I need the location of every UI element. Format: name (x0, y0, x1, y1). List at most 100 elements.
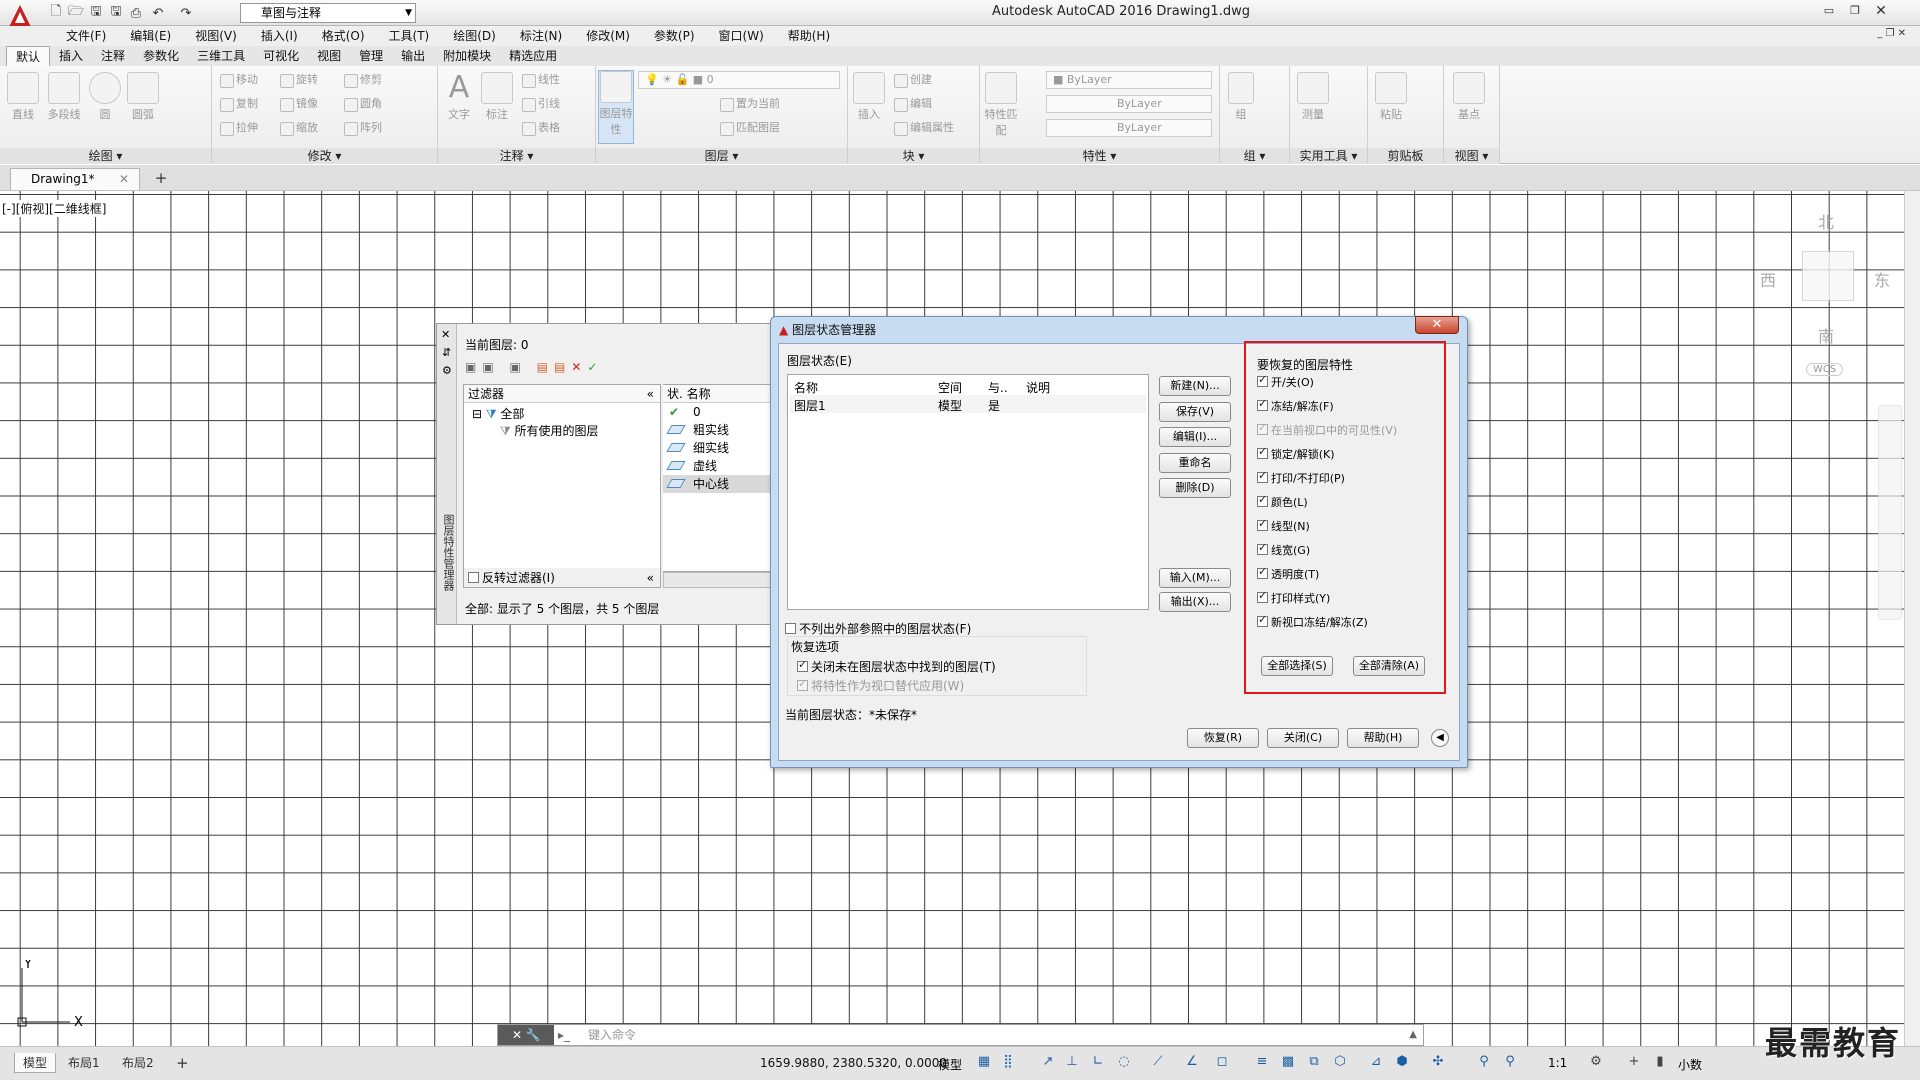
menu-parametric[interactable]: 参数(P) (642, 26, 707, 46)
panel-layers-title[interactable]: 图层 ▾ (596, 148, 847, 164)
new-tab-button[interactable]: + (150, 170, 172, 188)
new-button[interactable]: 新建(N)... (1159, 376, 1231, 396)
menu-insert[interactable]: 插入(I) (249, 26, 310, 46)
isodraft-icon[interactable]: ⟋ (1150, 1054, 1166, 1070)
move-tool[interactable]: 移动 (218, 70, 258, 90)
rename-button[interactable]: 重命名 (1159, 453, 1231, 473)
layer-row[interactable]: 虚线 (663, 457, 774, 475)
match-properties-tool[interactable]: 特性匹配 (984, 72, 1018, 138)
selection-cycling-icon[interactable]: ⧉ (1306, 1054, 1322, 1070)
infer-constraints-icon[interactable]: ↗ (1040, 1054, 1056, 1070)
tab-visualize[interactable]: 可视化 (254, 46, 308, 66)
menu-draw[interactable]: 绘图(D) (441, 26, 508, 46)
leader-tool[interactable]: 引线 (520, 94, 560, 114)
stretch-tool[interactable]: 拉伸 (218, 118, 258, 138)
export-button[interactable]: 输出(X)... (1159, 592, 1231, 612)
dynamic-ucs-icon[interactable]: ⊿ (1368, 1054, 1384, 1070)
minimize-icon[interactable]: ▭ (1816, 2, 1842, 20)
document-tab[interactable]: Drawing1* ✕ (10, 168, 140, 190)
close-missing-checkbox[interactable]: 关闭未在图层状态中找到的图层(T) (797, 658, 996, 675)
open-file-icon[interactable]: 🗁 (66, 3, 86, 23)
array-tool[interactable]: 阵列 (342, 118, 382, 138)
col-name[interactable]: 名称 (794, 379, 818, 396)
add-layout-button[interactable]: + (168, 1053, 197, 1073)
tab-annotate[interactable]: 注释 (92, 46, 134, 66)
tab-insert[interactable]: 插入 (50, 46, 92, 66)
rotate-tool[interactable]: 旋转 (278, 70, 318, 90)
menu-file[interactable]: 文件(F) (54, 26, 118, 46)
lineweight-icon[interactable]: ≡ (1254, 1054, 1270, 1070)
create-block-tool[interactable]: 创建 (892, 70, 932, 90)
paste-tool[interactable]: 粘贴 (1374, 72, 1408, 122)
palette-settings-icon[interactable]: ⚙ (442, 364, 452, 377)
viewport-controls[interactable]: [-][俯视][二维线框] (2, 200, 107, 217)
menu-window[interactable]: 窗口(W) (707, 26, 776, 46)
filter-all[interactable]: ⊟ ⧩ 全部 (464, 403, 660, 422)
polyline-tool[interactable]: 多段线 (44, 72, 84, 122)
horizontal-scrollbar[interactable] (663, 572, 773, 588)
menu-edit[interactable]: 编辑(E) (118, 26, 183, 46)
viewcube-south[interactable]: 南 (1818, 323, 1834, 347)
delete-button[interactable]: 删除(D) (1159, 478, 1231, 498)
coordinate-readout[interactable]: 1659.9880, 2380.5320, 0.0000 (760, 1056, 947, 1070)
trim-tool[interactable]: 修剪 (342, 70, 382, 90)
tab-addins[interactable]: 附加模块 (434, 46, 500, 66)
layer-combo[interactable]: 💡 ☀ 🔓 ■ 0 (638, 71, 840, 89)
viewcube[interactable]: 北 西 东 南 WCS (1750, 205, 1890, 385)
command-input[interactable]: 键入命令 (588, 1025, 636, 1045)
restore-button[interactable]: 恢复(R) (1187, 728, 1259, 748)
print-icon[interactable]: ⎙ (126, 3, 146, 23)
vertical-scrollbar[interactable] (1904, 191, 1920, 1046)
tab-default[interactable]: 默认 (6, 46, 51, 66)
object-snap-tracking-icon[interactable]: ∠ (1184, 1054, 1200, 1070)
navigation-bar[interactable] (1878, 405, 1902, 620)
close-button[interactable]: 关闭(C) (1267, 728, 1339, 748)
palette-side-bar[interactable]: ✕ ⇵ ⚙ 图层特性管理器 (437, 324, 457, 624)
copy-tool[interactable]: 复制 (218, 94, 258, 114)
checkbox[interactable] (797, 658, 808, 672)
help-button[interactable]: 帮助(H) (1347, 728, 1419, 748)
grid-icon[interactable]: ▦ (976, 1054, 992, 1070)
wrench-icon[interactable]: 🔧 (526, 1028, 541, 1042)
palette-toolbar[interactable]: ▣▣ ▣ ▤▤✕✓ (465, 360, 603, 374)
tab-output[interactable]: 输出 (392, 46, 434, 66)
scale-tool[interactable]: 缩放 (278, 118, 318, 138)
fillet-tool[interactable]: 圆角 (342, 94, 382, 114)
annotation-visibility-icon[interactable]: ⚲ (1476, 1054, 1492, 1070)
save-as-icon[interactable]: 🖫 (106, 3, 126, 23)
filter-tree[interactable]: 过滤器 « ⊟ ⧩ 全部 ⧩ 所有使用的图层 (463, 384, 661, 572)
object-snap-icon[interactable]: ◻ (1214, 1054, 1230, 1070)
layer-list[interactable]: 状. 名称 ✔ 0 粗实线 细实线 虚线 中心线 (663, 384, 775, 572)
close-icon[interactable]: ✕ (1868, 2, 1894, 20)
base-point-tool[interactable]: 基点 (1452, 72, 1486, 122)
dimension-tool[interactable]: 标注 (480, 72, 514, 122)
gizmo-icon[interactable]: ✣ (1430, 1054, 1446, 1070)
edit-button[interactable]: 编辑(I)... (1159, 427, 1231, 447)
layer-row[interactable]: ✔ 0 (663, 403, 774, 421)
layer-row[interactable]: 粗实线 (663, 421, 774, 439)
workspace-dropdown[interactable]: 草图与注释 ▼ (240, 3, 416, 23)
prompt-icon[interactable]: ▸_ (558, 1025, 570, 1045)
close-tab-icon[interactable]: ✕ (119, 169, 129, 189)
lineweight-combo[interactable]: ByLayer (1046, 119, 1212, 137)
panel-groups-title[interactable]: 组 ▾ (1220, 148, 1289, 164)
table-row[interactable] (790, 395, 1146, 413)
menu-format[interactable]: 格式(O) (310, 26, 377, 46)
group-tool[interactable]: 组 (1226, 72, 1256, 122)
col-description[interactable]: 说明 (1026, 379, 1050, 396)
save-button[interactable]: 保存(V) (1159, 402, 1231, 422)
tab-model[interactable]: 模型 (14, 1053, 57, 1073)
measure-tool[interactable]: 测量 (1296, 72, 1330, 122)
3d-object-snap-icon[interactable]: ⬡ (1332, 1054, 1348, 1070)
menu-help[interactable]: 帮助(H) (776, 26, 842, 46)
layer-properties-button[interactable]: 图层特性 (598, 70, 634, 144)
layer-row[interactable]: 中心线 (663, 475, 774, 493)
menu-modify[interactable]: 修改(M) (574, 26, 642, 46)
selection-filter-icon[interactable]: ⬢ (1394, 1054, 1410, 1070)
col-space[interactable]: 空间 (938, 379, 962, 396)
col-same[interactable]: 与.. (988, 379, 1008, 396)
tab-3d-tools[interactable]: 三维工具 (188, 46, 254, 66)
collapse-icon[interactable]: « (647, 385, 654, 403)
workspace-switch-icon[interactable]: ⚙ (1588, 1054, 1604, 1070)
menu-dimension[interactable]: 标注(N) (508, 26, 574, 46)
